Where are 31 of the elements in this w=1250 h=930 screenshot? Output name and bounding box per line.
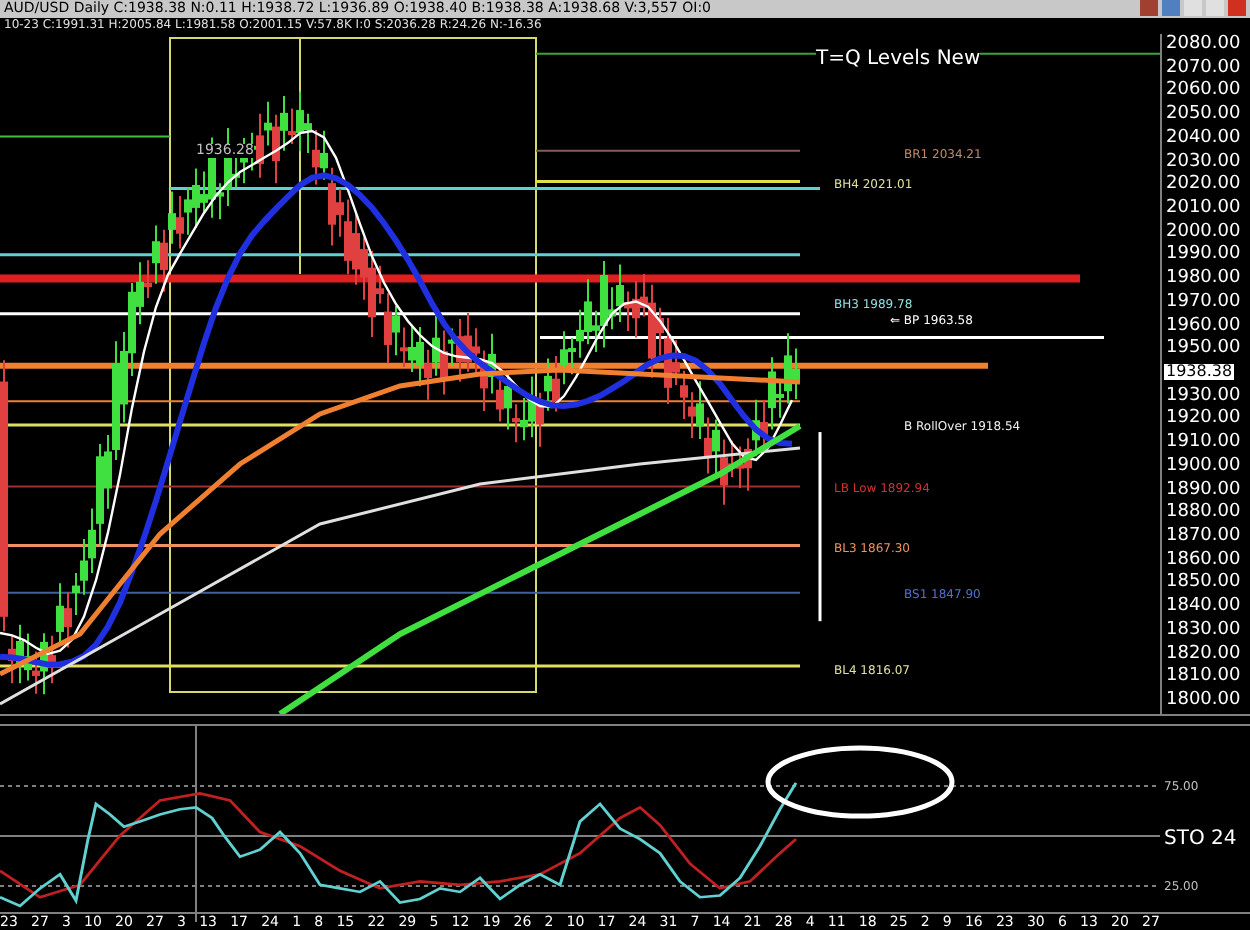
price-tick-label: 1930.00 [1164,387,1241,406]
current-price-label: 1938.38 [1164,364,1235,381]
price-tick-label: 2070.00 [1164,59,1241,78]
price-tick-label: 2010.00 [1164,199,1241,218]
price-tick-label: 1870.00 [1164,528,1241,547]
price-tick-label: 1850.00 [1164,574,1241,593]
price-tick-label: 1860.00 [1164,551,1241,570]
price-tick-label: 1910.00 [1164,434,1241,453]
price-tick-label: 2050.00 [1164,106,1241,125]
price-tick-label: 1920.00 [1164,410,1241,429]
price-tick-label: 2080.00 [1164,35,1241,54]
price-tick-label: 1810.00 [1164,668,1241,687]
indicator-label: STO 24 [1164,826,1237,855]
price-tick-label: 1970.00 [1164,293,1241,312]
price-tick-label: 1830.00 [1164,621,1241,640]
price-tick-label: 1820.00 [1164,645,1241,664]
price-tick-label: 1890.00 [1164,481,1241,500]
chart-title: T=Q Levels New [816,49,981,70]
price-tick-label: 2000.00 [1164,223,1241,242]
price-tick-label: 1990.00 [1164,246,1241,265]
price-tick-label: 1950.00 [1164,340,1241,359]
price-tick-label: 1840.00 [1164,598,1241,617]
price-tick-label: 2060.00 [1164,82,1241,101]
price-tick-label: 2030.00 [1164,153,1241,172]
price-tick-label: 2040.00 [1164,129,1241,148]
price-tick-label: 1880.00 [1164,504,1241,523]
price-tick-label: 1980.00 [1164,270,1241,289]
price-tick-label: 1900.00 [1164,457,1241,476]
price-tick-label: 1800.00 [1164,692,1241,711]
price-tick-label: 1960.00 [1164,317,1241,336]
price-tick-label: 2020.00 [1164,176,1241,195]
